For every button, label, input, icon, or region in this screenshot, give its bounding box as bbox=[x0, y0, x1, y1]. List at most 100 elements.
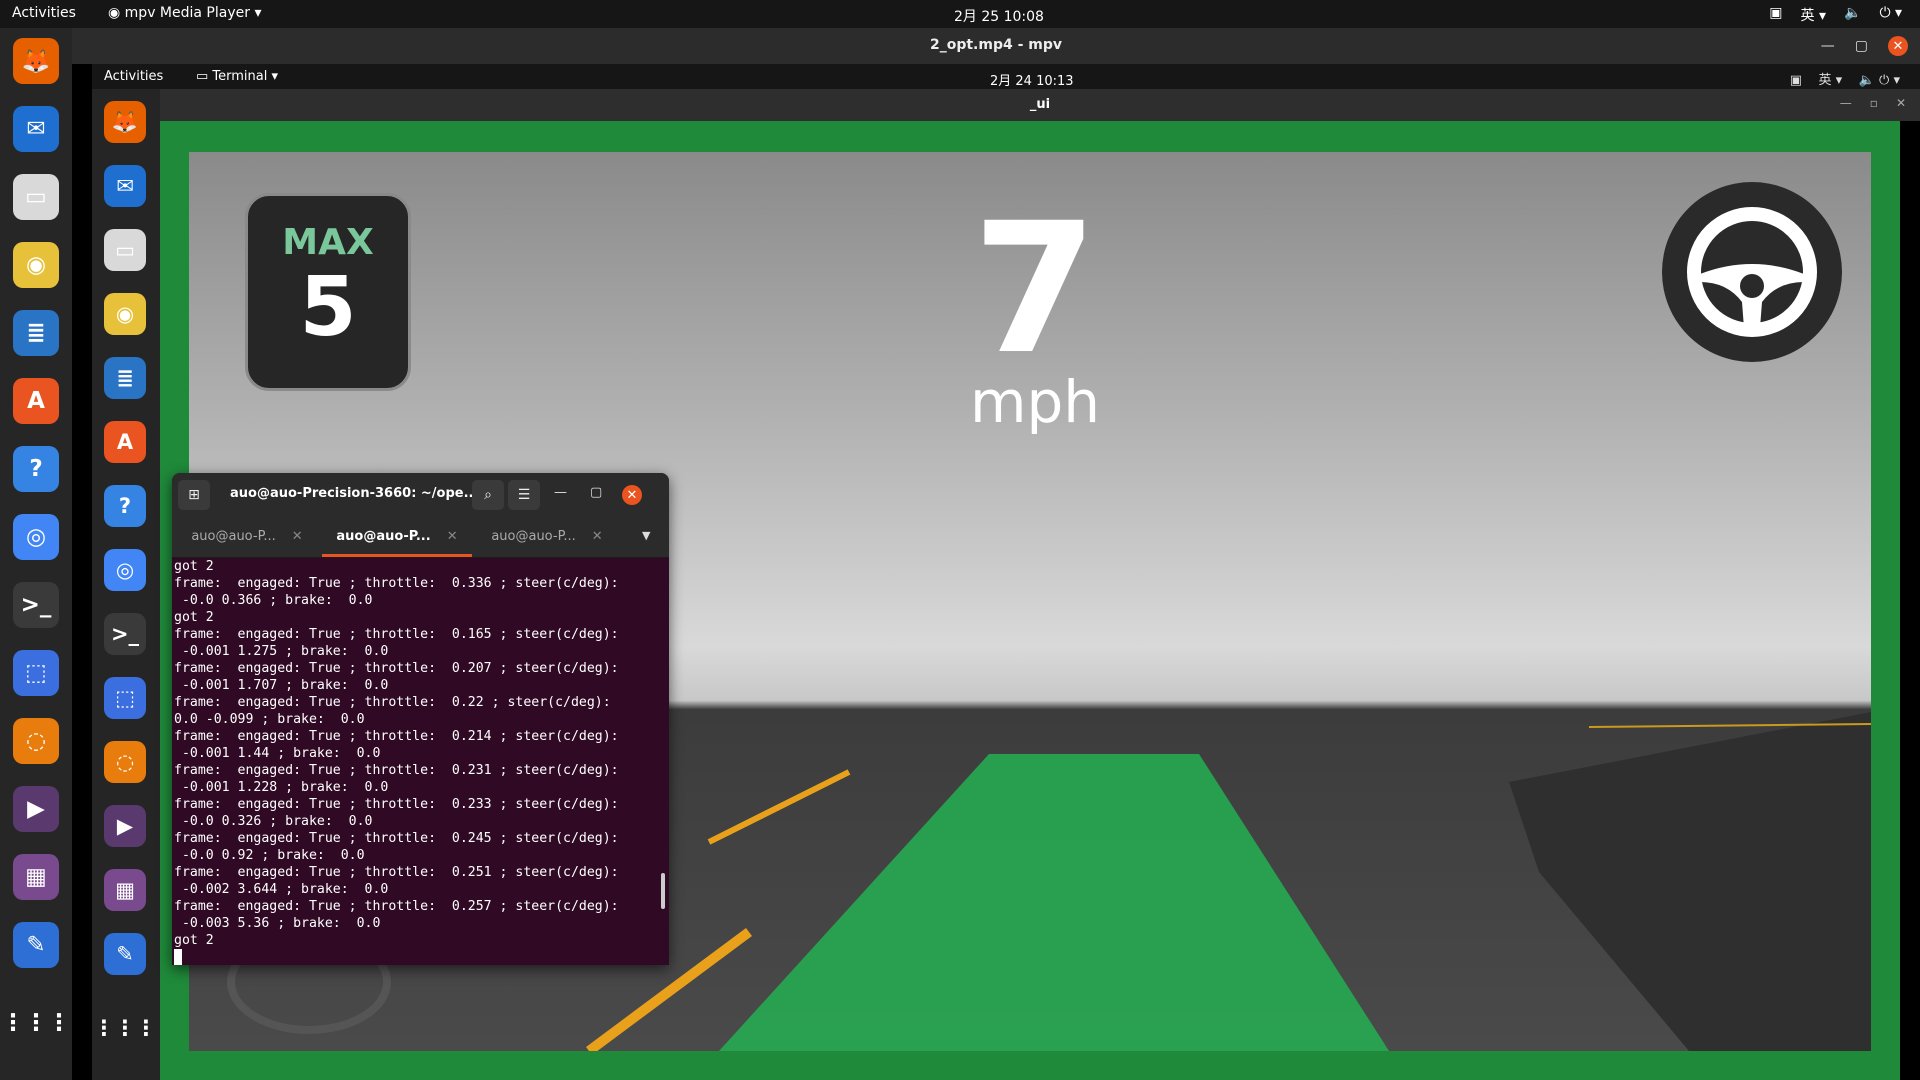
terminal-icon[interactable]: >_ bbox=[13, 582, 59, 628]
help-icon[interactable]: ? bbox=[104, 485, 146, 527]
terminal-output[interactable]: got 2 frame: engaged: True ; throttle: 0.… bbox=[172, 558, 669, 965]
menu-icon[interactable]: ☰ bbox=[508, 480, 540, 510]
rhythmbox-icon[interactable]: ◉ bbox=[13, 242, 59, 288]
files-icon[interactable]: ▭ bbox=[13, 174, 59, 220]
help-icon[interactable]: ? bbox=[13, 446, 59, 492]
terminal-line: frame: engaged: True ; throttle: 0.214 ;… bbox=[174, 729, 619, 744]
cursor bbox=[174, 949, 182, 965]
current-speed: 7 bbox=[972, 185, 1098, 394]
camera-icon[interactable]: ▣ bbox=[1769, 5, 1782, 25]
outer-dock: 🦊 ✉ ▭ ◉ ≣ A? ◎ >_ ⬚ ◌ ▶ ▦ ✎ ⋮⋮⋮ bbox=[0, 28, 72, 1080]
tab-close-icon[interactable]: ✕ bbox=[447, 529, 458, 544]
ui-minimize-icon: — bbox=[1839, 96, 1852, 110]
inner-ime: 英 bbox=[1818, 73, 1832, 88]
inner-topbar: Activities ▭ Terminal ▾ 2月 24 10:13 ▣ 英 … bbox=[92, 64, 1920, 89]
system-tray[interactable]: ▣ 英 ▾ 🔈 ⏻ ▾ bbox=[1769, 5, 1902, 25]
ui-window-title: _ui bbox=[1029, 97, 1051, 112]
clock[interactable]: 2月 25 10:08 bbox=[954, 6, 1044, 26]
screenshot-icon[interactable]: ⬚ bbox=[13, 650, 59, 696]
terminal-line: frame: engaged: True ; throttle: 0.233 ;… bbox=[174, 797, 619, 812]
maximize-button[interactable]: ▢ bbox=[1855, 38, 1868, 54]
terminal-line: 0.0 -0.099 ; brake: 0.0 bbox=[174, 712, 365, 727]
writer-icon[interactable]: ≣ bbox=[13, 310, 59, 356]
terminal-minimize-button[interactable]: — bbox=[554, 485, 567, 500]
lane-marking bbox=[707, 769, 851, 845]
volume-icon[interactable]: 🔈 bbox=[1844, 5, 1861, 25]
video-editor-icon[interactable]: ▦ bbox=[13, 854, 59, 900]
activities-button[interactable]: Activities bbox=[12, 5, 76, 21]
text-editor-icon[interactable]: ✎ bbox=[104, 933, 146, 975]
terminal-line: got 2 bbox=[174, 933, 214, 948]
writer-icon[interactable]: ≣ bbox=[104, 357, 146, 399]
blender-icon[interactable]: ◌ bbox=[104, 741, 146, 783]
inner-dock: 🦊 ✉ ▭ ◉ ≣ A? ◎ >_ ⬚ ◌ ▶ ▦ ✎ ⋮⋮⋮ bbox=[92, 89, 160, 1080]
inner-app-menu: ▭ Terminal ▾ bbox=[196, 69, 279, 84]
max-speed-box: MAX 5 bbox=[245, 193, 411, 391]
inner-clock: 2月 24 10:13 bbox=[990, 74, 1074, 89]
power-icon[interactable]: ⏻ ▾ bbox=[1879, 5, 1902, 25]
terminal-tab[interactable]: auo@auo-P... ✕ bbox=[172, 517, 322, 557]
video-editor-icon[interactable]: ▦ bbox=[104, 869, 146, 911]
max-speed-label: MAX bbox=[282, 222, 374, 263]
minimize-button[interactable]: — bbox=[1821, 38, 1835, 54]
screenshot-icon[interactable]: ⬚ bbox=[104, 677, 146, 719]
terminal-tabs: auo@auo-P... ✕ auo@auo-P... ✕ auo@auo-P...… bbox=[172, 517, 669, 558]
terminal-header: ⊞ auo@auo-Precision-3660: ~/ope... ⌕ ☰ —… bbox=[172, 473, 669, 517]
terminal-line: -0.002 3.644 ; brake: 0.0 bbox=[174, 882, 389, 897]
tab-label: auo@auo-P... bbox=[191, 529, 276, 544]
inner-tray: ▣ 英 ▾ 🔈 ⏻ ▾ bbox=[1789, 73, 1900, 88]
ime-label: 英 bbox=[1800, 8, 1815, 24]
thunderbird-icon[interactable]: ✉ bbox=[104, 165, 146, 207]
ui-restore-icon: ▫ bbox=[1869, 96, 1878, 110]
terminal-line: frame: engaged: True ; throttle: 0.257 ;… bbox=[174, 899, 619, 914]
mpv-icon[interactable]: ▶ bbox=[13, 786, 59, 832]
text-editor-icon[interactable]: ✎ bbox=[13, 922, 59, 968]
thunderbird-icon[interactable]: ✉ bbox=[13, 106, 59, 152]
outer-topbar: Activities ◉ mpv Media Player ▾ 2月 25 10… bbox=[0, 0, 1920, 28]
terminal-close-button[interactable]: ✕ bbox=[622, 485, 642, 505]
terminal-line: -0.0 0.326 ; brake: 0.0 bbox=[174, 814, 373, 829]
search-icon[interactable]: ⌕ bbox=[472, 480, 504, 510]
tab-close-icon[interactable]: ✕ bbox=[592, 529, 603, 544]
chrome-icon[interactable]: ◎ bbox=[104, 549, 146, 591]
ui-close-icon: ✕ bbox=[1895, 96, 1906, 110]
terminal-line: frame: engaged: True ; throttle: 0.22 ; … bbox=[174, 695, 611, 710]
show-applications-icon[interactable]: ⋮⋮⋮ bbox=[2, 1000, 71, 1046]
terminal-line: got 2 bbox=[174, 559, 214, 574]
inner-activities: Activities bbox=[104, 69, 164, 84]
mpv-icon[interactable]: ▶ bbox=[104, 805, 146, 847]
firefox-icon[interactable]: 🦊 bbox=[13, 38, 59, 84]
terminal-icon[interactable]: >_ bbox=[104, 613, 146, 655]
files-icon[interactable]: ▭ bbox=[104, 229, 146, 271]
terminal-maximize-button[interactable]: ▢ bbox=[590, 485, 602, 500]
drive-path bbox=[719, 754, 1389, 1051]
terminal-line: -0.003 5.36 ; brake: 0.0 bbox=[174, 916, 381, 931]
terminal-scrollbar[interactable] bbox=[661, 873, 665, 909]
chrome-icon[interactable]: ◎ bbox=[13, 514, 59, 560]
close-button[interactable]: ✕ bbox=[1888, 36, 1908, 56]
blender-icon[interactable]: ◌ bbox=[13, 718, 59, 764]
terminal-line: frame: engaged: True ; throttle: 0.245 ;… bbox=[174, 831, 619, 846]
terminal-line: -0.001 1.275 ; brake: 0.0 bbox=[174, 644, 389, 659]
ime-indicator[interactable]: 英 ▾ bbox=[1801, 5, 1826, 25]
terminal-window[interactable]: ⊞ auo@auo-Precision-3660: ~/ope... ⌕ ☰ —… bbox=[172, 473, 669, 965]
terminal-line: frame: engaged: True ; throttle: 0.207 ;… bbox=[174, 661, 619, 676]
app-menu-label: mpv Media Player bbox=[124, 5, 250, 21]
tab-close-icon[interactable]: ✕ bbox=[292, 529, 303, 544]
rhythmbox-icon[interactable]: ◉ bbox=[104, 293, 146, 335]
new-tab-icon[interactable]: ⊞ bbox=[178, 480, 210, 510]
terminal-line: -0.001 1.44 ; brake: 0.0 bbox=[174, 746, 381, 761]
firefox-icon[interactable]: 🦊 bbox=[104, 101, 146, 143]
mpv-titlebar: 2_opt.mp4 - mpv — ▢ ✕ bbox=[72, 28, 1920, 64]
show-applications-icon[interactable]: ⋮⋮⋮ bbox=[94, 1007, 157, 1049]
tabs-dropdown-icon[interactable]: ▼ bbox=[642, 529, 650, 542]
ui-window-titlebar: _ui — ▫ ✕ bbox=[160, 89, 1920, 121]
app-menu[interactable]: ◉ mpv Media Player ▾ bbox=[108, 5, 261, 21]
terminal-tab[interactable]: auo@auo-P... ✕ bbox=[472, 517, 622, 557]
terminal-tab-active[interactable]: auo@auo-P... ✕ bbox=[322, 517, 472, 557]
software-icon[interactable]: A bbox=[104, 421, 146, 463]
software-icon[interactable]: A bbox=[13, 378, 59, 424]
max-speed-value: 5 bbox=[299, 260, 357, 355]
speed-unit: mph bbox=[969, 368, 1101, 436]
terminal-cursor-line bbox=[172, 949, 669, 965]
